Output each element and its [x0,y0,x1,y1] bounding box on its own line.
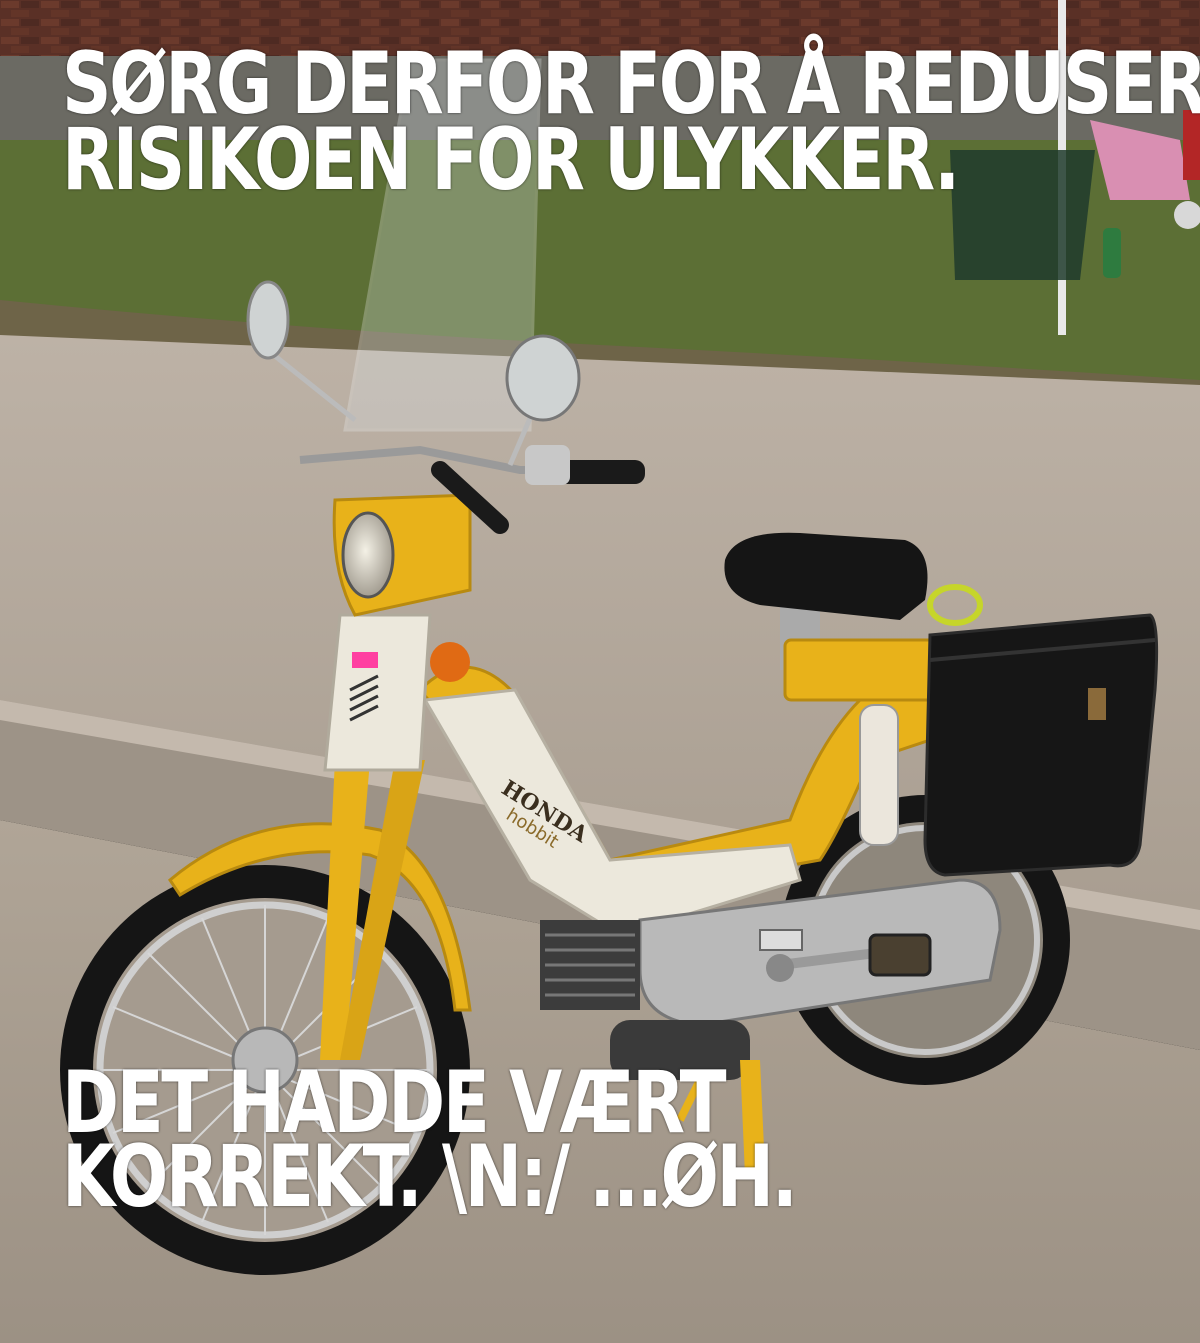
meme-image: HONDA hobbit SØRG DERFOR FOR Å REDUSERE … [0,0,1200,1343]
bottom-caption-line-2: KORREKT. \N:/ ...ØH. [62,1127,798,1227]
bottom-caption: DET HADDE VÆRT KORREKT. \N:/ ...ØH. [62,1060,798,1227]
top-caption: SØRG DERFOR FOR Å REDUSERE RISIKOEN FOR … [62,41,1200,203]
